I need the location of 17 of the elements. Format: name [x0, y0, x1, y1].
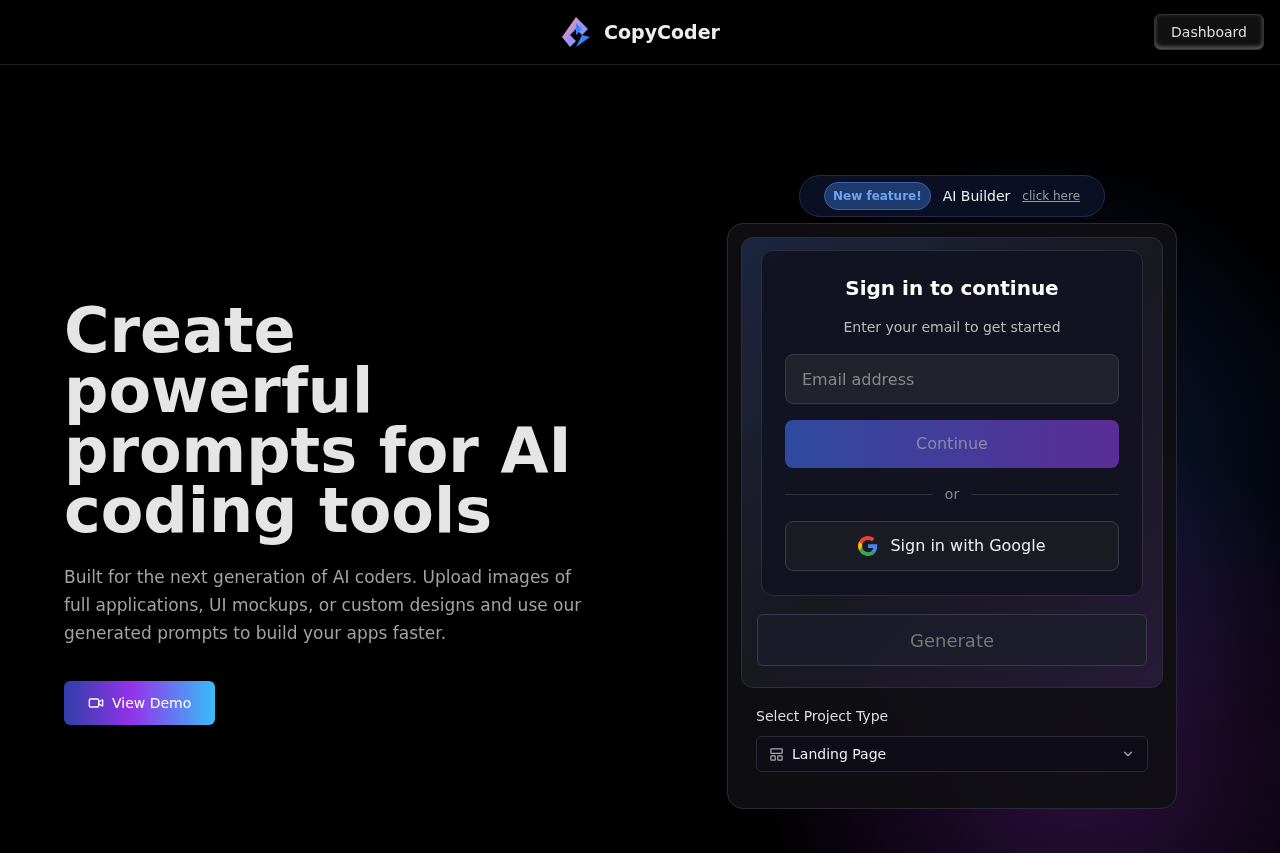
email-field[interactable]: Email address: [785, 354, 1119, 404]
dashboard-button[interactable]: Dashboard: [1154, 14, 1264, 50]
project-type-select[interactable]: Landing Page: [756, 736, 1148, 772]
google-sign-in-button[interactable]: Sign in with Google: [785, 521, 1119, 571]
new-feature-badge: New feature!: [823, 182, 931, 210]
project-type-label: Select Project Type: [756, 707, 890, 726]
video-camera-icon: [88, 695, 104, 711]
layout-icon: [769, 746, 784, 762]
google-logo-icon: [858, 536, 879, 556]
hero-description: Built for the next generation of AI coders. Upload images of full applications, UI mockups, or custom designs and use our generated prompts to build your apps faster.: [64, 566, 583, 645]
click-here-link[interactable]: click here: [1022, 187, 1081, 205]
view-demo-button[interactable]: View Demo: [64, 681, 216, 725]
brand-name: CopyCoder: [604, 19, 720, 45]
or-divider-text: or: [944, 485, 960, 504]
announcement-text: AI Builder: [942, 186, 1011, 206]
sign-in-subtitle: Enter your email to get started: [843, 318, 1061, 337]
sign-in-title: Sign in to continue: [845, 275, 1059, 302]
